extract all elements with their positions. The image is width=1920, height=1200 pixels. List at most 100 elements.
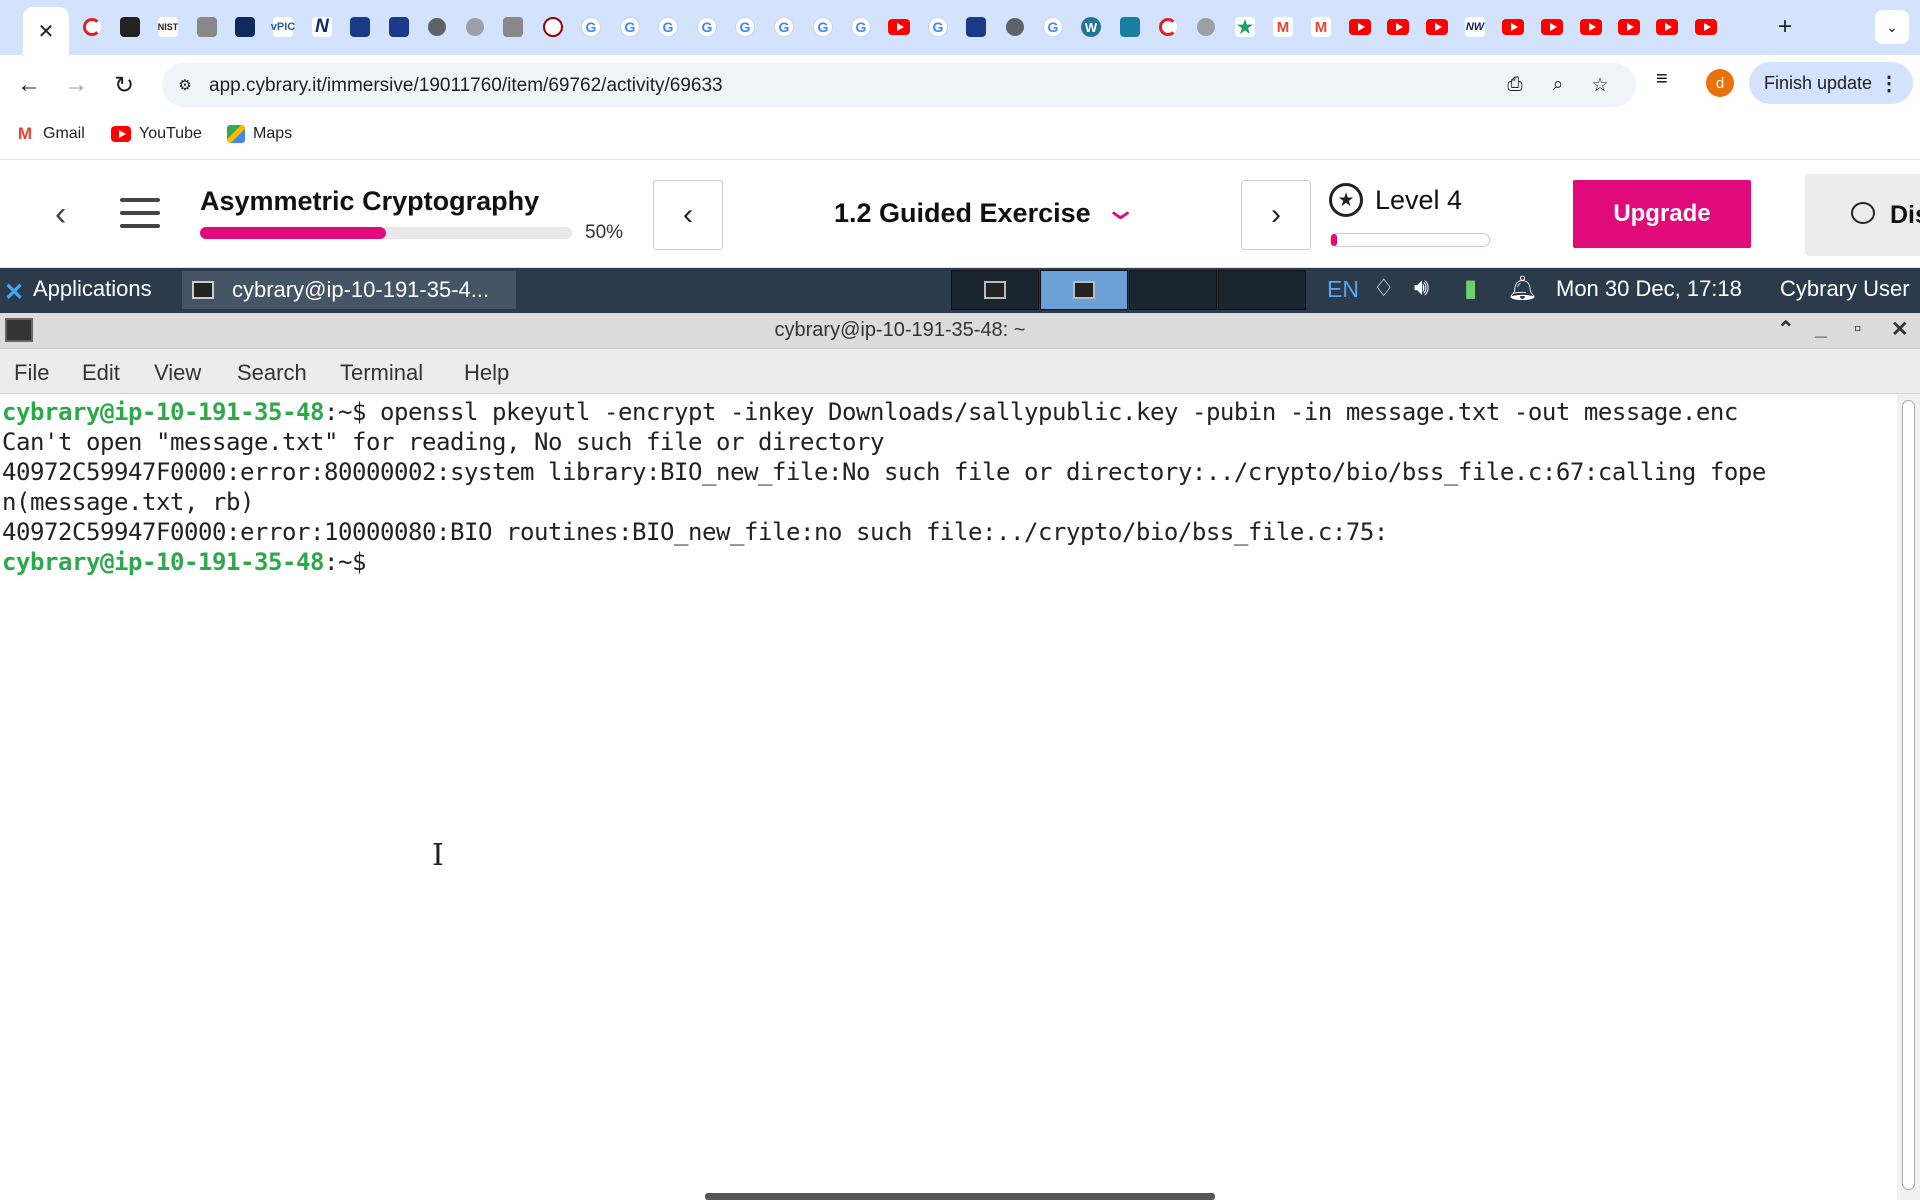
site-info-icon[interactable]: ⚙ [174,74,196,96]
taskbar-item-terminal[interactable]: cybrary@ip-10-191-35-4... [182,271,516,309]
tab[interactable] [73,9,111,45]
address-bar[interactable]: ⚙ app.cybrary.it/immersive/19011760/item… [162,63,1636,107]
hamburger-menu-icon[interactable] [120,198,160,230]
profile-avatar[interactable]: d [1706,69,1734,97]
clock[interactable]: Mon 30 Dec, 17:18 [1556,276,1742,302]
tab[interactable]: G [765,9,803,45]
volume-icon[interactable]: 🔊︎ [1414,274,1429,302]
tab[interactable] [957,9,995,45]
tab[interactable] [1610,9,1648,45]
bookmark-gmail[interactable]: M Gmail [15,124,85,143]
page-horizontal-scrollbar[interactable] [705,1193,1215,1200]
zoom-icon[interactable]: ⌕ [1545,72,1571,98]
xfce-logo-icon[interactable]: ✕ [4,278,24,307]
tab[interactable]: M [1264,9,1302,45]
terminal-scrollbar[interactable] [1897,394,1920,1200]
maximize-window-icon[interactable]: ▫ [1854,317,1861,341]
close-icon[interactable]: ✕ [38,19,55,44]
minimize-window-icon[interactable]: _ [1815,317,1827,341]
keyboard-layout[interactable]: EN [1327,276,1359,303]
back-chevron-icon[interactable]: ‹ [55,195,66,234]
tab[interactable]: G [919,9,957,45]
upgrade-button[interactable]: Upgrade [1573,180,1751,248]
applications-menu[interactable]: Applications [33,276,152,302]
menu-help[interactable]: Help [464,360,509,386]
tab[interactable] [1341,9,1379,45]
tab[interactable] [188,9,226,45]
menu-search[interactable]: Search [237,360,307,386]
workspace-2[interactable] [1040,270,1128,310]
battery-icon[interactable]: ▮ [1464,274,1477,303]
discuss-button[interactable]: Dis [1805,174,1920,256]
tab[interactable] [111,9,149,45]
tab[interactable] [380,9,418,45]
tab[interactable] [880,9,918,45]
finish-update-button[interactable]: Finish update ⋮ [1749,62,1913,104]
exercise-title[interactable]: 1.2 Guided Exercise [834,198,1091,229]
tab[interactable] [1533,9,1571,45]
tab[interactable]: W [1072,9,1110,45]
tab[interactable]: vPIC [264,9,302,45]
forward-button[interactable]: → [59,68,93,102]
network-icon[interactable]: ♢ [1373,274,1395,303]
tab[interactable]: G [804,9,842,45]
next-activity-button[interactable]: › [1241,180,1311,250]
tab[interactable]: ★ [1226,9,1264,45]
media-controls-icon[interactable]: ≡ [1656,68,1668,91]
tab[interactable]: NIST [149,9,187,45]
tab[interactable]: M [1302,9,1340,45]
menu-edit[interactable]: Edit [82,360,120,386]
workspace-4[interactable] [1218,270,1306,310]
tab[interactable]: G [688,9,726,45]
tab[interactable]: G [572,9,610,45]
tab[interactable]: G [649,9,687,45]
tab[interactable] [341,9,379,45]
url-text[interactable]: app.cybrary.it/immersive/19011760/item/6… [209,75,723,97]
tab[interactable] [494,9,532,45]
tab-active[interactable]: ✕ [23,7,69,55]
shade-window-icon[interactable]: ⌃ [1777,317,1795,342]
bookmark-youtube[interactable]: YouTube [111,125,202,143]
tab[interactable] [1187,9,1225,45]
tab[interactable] [1572,9,1610,45]
workspace-1[interactable] [951,270,1039,310]
terminal-output[interactable]: cybrary@ip-10-191-35-48:~$ openssl pkeyu… [0,394,1896,1200]
tab[interactable] [1418,9,1456,45]
new-tab-button[interactable]: + [1770,12,1800,42]
terminal-titlebar[interactable]: cybrary@ip-10-191-35-48: ~ ⌃ _ ▫ ✕ [0,313,1920,349]
tab[interactable] [996,9,1034,45]
tab[interactable]: G [611,9,649,45]
tab[interactable]: G [726,9,764,45]
tab[interactable] [418,9,456,45]
tab[interactable] [1687,9,1725,45]
back-button[interactable]: ← [12,68,46,102]
tab[interactable] [226,9,264,45]
tab[interactable] [534,9,572,45]
tab[interactable]: G [842,9,880,45]
menu-view[interactable]: View [154,360,201,386]
tab[interactable] [1379,9,1417,45]
install-app-icon[interactable]: ⎙ [1502,72,1528,98]
tab[interactable]: G [1034,9,1072,45]
previous-activity-button[interactable]: ‹ [653,180,723,250]
tab[interactable] [1149,9,1187,45]
tab-search-button[interactable]: ⌄ [1875,10,1909,44]
menu-terminal[interactable]: Terminal [340,360,423,386]
tab[interactable]: NW [1456,9,1494,45]
menu-file[interactable]: File [14,360,49,386]
more-menu-icon[interactable]: ⋮ [1879,71,1899,96]
tab[interactable] [1648,9,1686,45]
notifications-bell-icon[interactable]: 🔔︎ [1507,274,1537,303]
bookmark-star-icon[interactable]: ☆ [1587,72,1613,98]
tab[interactable] [1494,9,1532,45]
scrollbar-thumb[interactable] [1902,400,1915,1190]
bookmark-maps[interactable]: Maps [227,125,292,143]
tab[interactable] [1111,9,1149,45]
workspace-3[interactable] [1129,270,1217,310]
user-menu[interactable]: Cybrary User [1780,276,1910,302]
tab[interactable]: N [303,9,341,45]
chevron-down-icon[interactable]: ⌄ [1103,192,1138,227]
reload-button[interactable]: ↻ [107,68,141,102]
tab[interactable] [456,9,494,45]
close-window-icon[interactable]: ✕ [1891,317,1909,342]
